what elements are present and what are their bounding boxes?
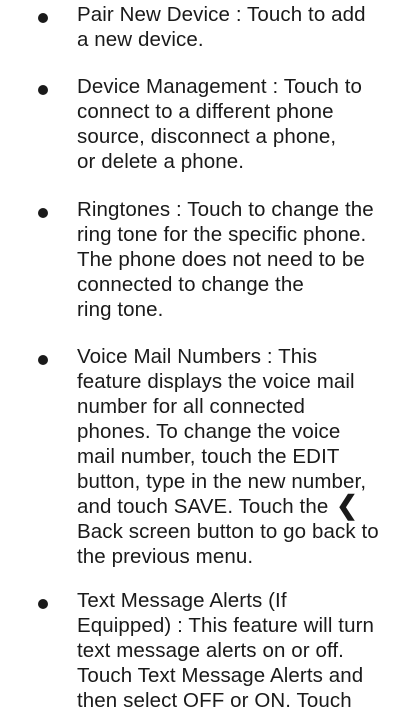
text-line: or delete a phone.: [77, 150, 245, 173]
text-line: number for all connected: [77, 395, 306, 418]
text-line: a new device.: [77, 28, 204, 51]
text-line: The phone does not need to be: [77, 248, 365, 271]
text-line: connected to change the: [77, 273, 304, 296]
text-line: the previous menu.: [77, 545, 254, 568]
text-line: phones. To change the voice: [77, 420, 341, 443]
text-line: then select OFF or ON. Touch: [77, 689, 352, 712]
back-chevron-icon: ❮: [336, 490, 359, 520]
bullet-icon: [38, 599, 48, 609]
text-line: Touch Text Message Alerts and: [77, 664, 364, 687]
item-text: Ringtones : Touch to change the ring tone…: [77, 197, 402, 322]
text-line: Back screen button to go back to: [77, 520, 379, 543]
text-line: Ringtones : Touch to change the: [77, 198, 374, 221]
item-text: Pair New Device : Touch to add a new devi…: [77, 2, 402, 52]
bullet-icon: [38, 208, 48, 218]
text-line: Voice Mail Numbers : This: [77, 345, 318, 368]
text-line: Equipped) : This feature will turn: [77, 614, 375, 637]
bullet-icon: [38, 85, 48, 95]
text-line: Pair New Device : Touch to add: [77, 3, 366, 26]
item-text: Voice Mail Numbers : This feature display…: [77, 344, 402, 569]
text-line: ring tone.: [77, 298, 164, 321]
item-text: Text Message Alerts (If Equipped) : This …: [77, 588, 402, 713]
text-line: ring tone for the specific phone.: [77, 223, 367, 246]
text-line: Text Message Alerts (If: [77, 589, 287, 612]
item-text: Device Management : Touch to connect to a…: [77, 74, 402, 174]
text-line: connect to a different phone: [77, 100, 334, 123]
text-line: feature displays the voice mail: [77, 370, 355, 393]
text-line: and touch SAVE. Touch the ❮: [77, 490, 402, 520]
bullet-icon: [38, 355, 48, 365]
text-line: source, disconnect a phone,: [77, 125, 337, 148]
text-line: text message alerts on or off.: [77, 639, 344, 662]
text-line: mail number, touch the EDIT: [77, 445, 340, 468]
bullet-icon: [38, 13, 48, 23]
text-line-segment: and touch SAVE. Touch the: [77, 495, 335, 518]
text-line: Device Management : Touch to: [77, 75, 363, 98]
